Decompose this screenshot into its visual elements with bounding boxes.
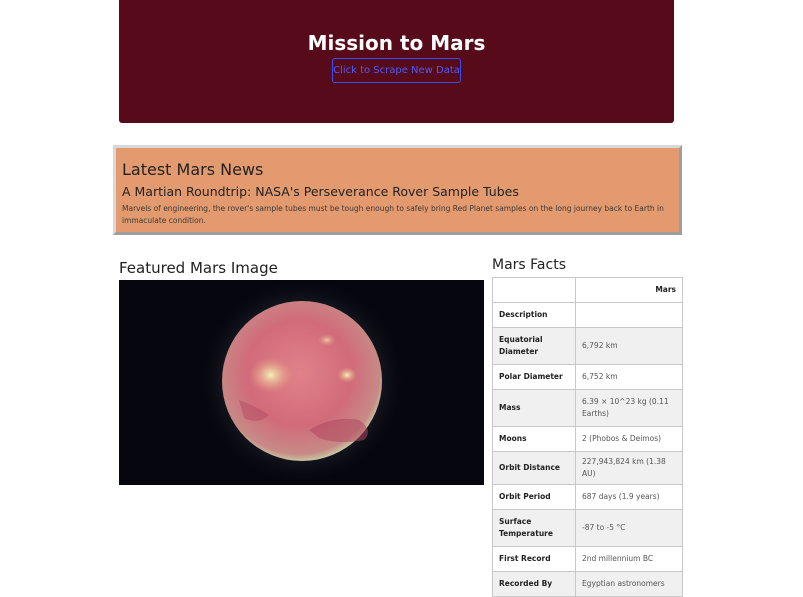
column-header-mars: Mars	[575, 277, 683, 303]
table-row: Description	[492, 302, 683, 328]
row-value: 6.39 × 10^23 kg (0.11 Earths)	[575, 389, 683, 427]
row-value: 227,943,824 km (1.38 AU)	[575, 451, 683, 485]
row-label: Moons	[492, 426, 576, 452]
table-row: Moons 2 (Phobos & Deimos)	[492, 426, 683, 452]
table-row: Surface Temperature -87 to -5 °C	[492, 509, 683, 547]
table-header-row: Mars	[492, 277, 683, 303]
sun-image	[119, 280, 484, 485]
row-label: First Record	[492, 546, 576, 572]
news-headline: A Martian Roundtrip: NASA's Perseverance…	[122, 184, 519, 199]
table-row: Recorded By Egyptian astronomers	[492, 571, 683, 597]
scrape-data-button[interactable]: Click to Scrape New Data	[332, 58, 461, 83]
news-section-title: Latest Mars News	[122, 160, 264, 179]
row-label: Orbit Distance	[492, 451, 576, 485]
row-value: 2 (Phobos & Deimos)	[575, 426, 683, 452]
news-teaser: Marvels of engineering, the rover's samp…	[122, 204, 664, 225]
table-row: Polar Diameter 6,752 km	[492, 364, 683, 390]
row-value: 6,752 km	[575, 364, 683, 390]
row-value: 2nd millennium BC	[575, 546, 683, 572]
table-row: First Record 2nd millennium BC	[492, 546, 683, 572]
row-value: 6,792 km	[575, 327, 683, 365]
row-label: Orbit Period	[492, 484, 576, 510]
featured-image-title: Featured Mars Image	[119, 259, 278, 277]
row-label: Recorded By	[492, 571, 576, 597]
facts-section-title: Mars Facts	[492, 257, 566, 273]
row-label: Mass	[492, 389, 576, 427]
row-value: Egyptian astronomers	[575, 571, 683, 597]
news-section: Latest Mars News A Martian Roundtrip: NA…	[113, 145, 682, 235]
page-title: Mission to Mars	[307, 31, 486, 55]
table-corner-cell	[492, 277, 576, 303]
table-row: Orbit Distance 227,943,824 km (1.38 AU)	[492, 451, 683, 485]
row-value	[575, 302, 683, 328]
featured-image	[119, 280, 484, 485]
row-label: Equatorial Diameter	[492, 327, 576, 365]
header-jumbotron: Mission to Mars Click to Scrape New Data	[119, 0, 674, 123]
row-label: Polar Diameter	[492, 364, 576, 390]
row-value: -87 to -5 °C	[575, 509, 683, 547]
mars-facts-table: Mars Description Equatorial Diameter 6,7…	[492, 277, 683, 597]
row-value: 687 days (1.9 years)	[575, 484, 683, 510]
row-label: Surface Temperature	[492, 509, 576, 547]
row-label: Description	[492, 302, 576, 328]
table-row: Orbit Period 687 days (1.9 years)	[492, 484, 683, 510]
table-row: Mass 6.39 × 10^23 kg (0.11 Earths)	[492, 389, 683, 427]
table-row: Equatorial Diameter 6,792 km	[492, 327, 683, 365]
